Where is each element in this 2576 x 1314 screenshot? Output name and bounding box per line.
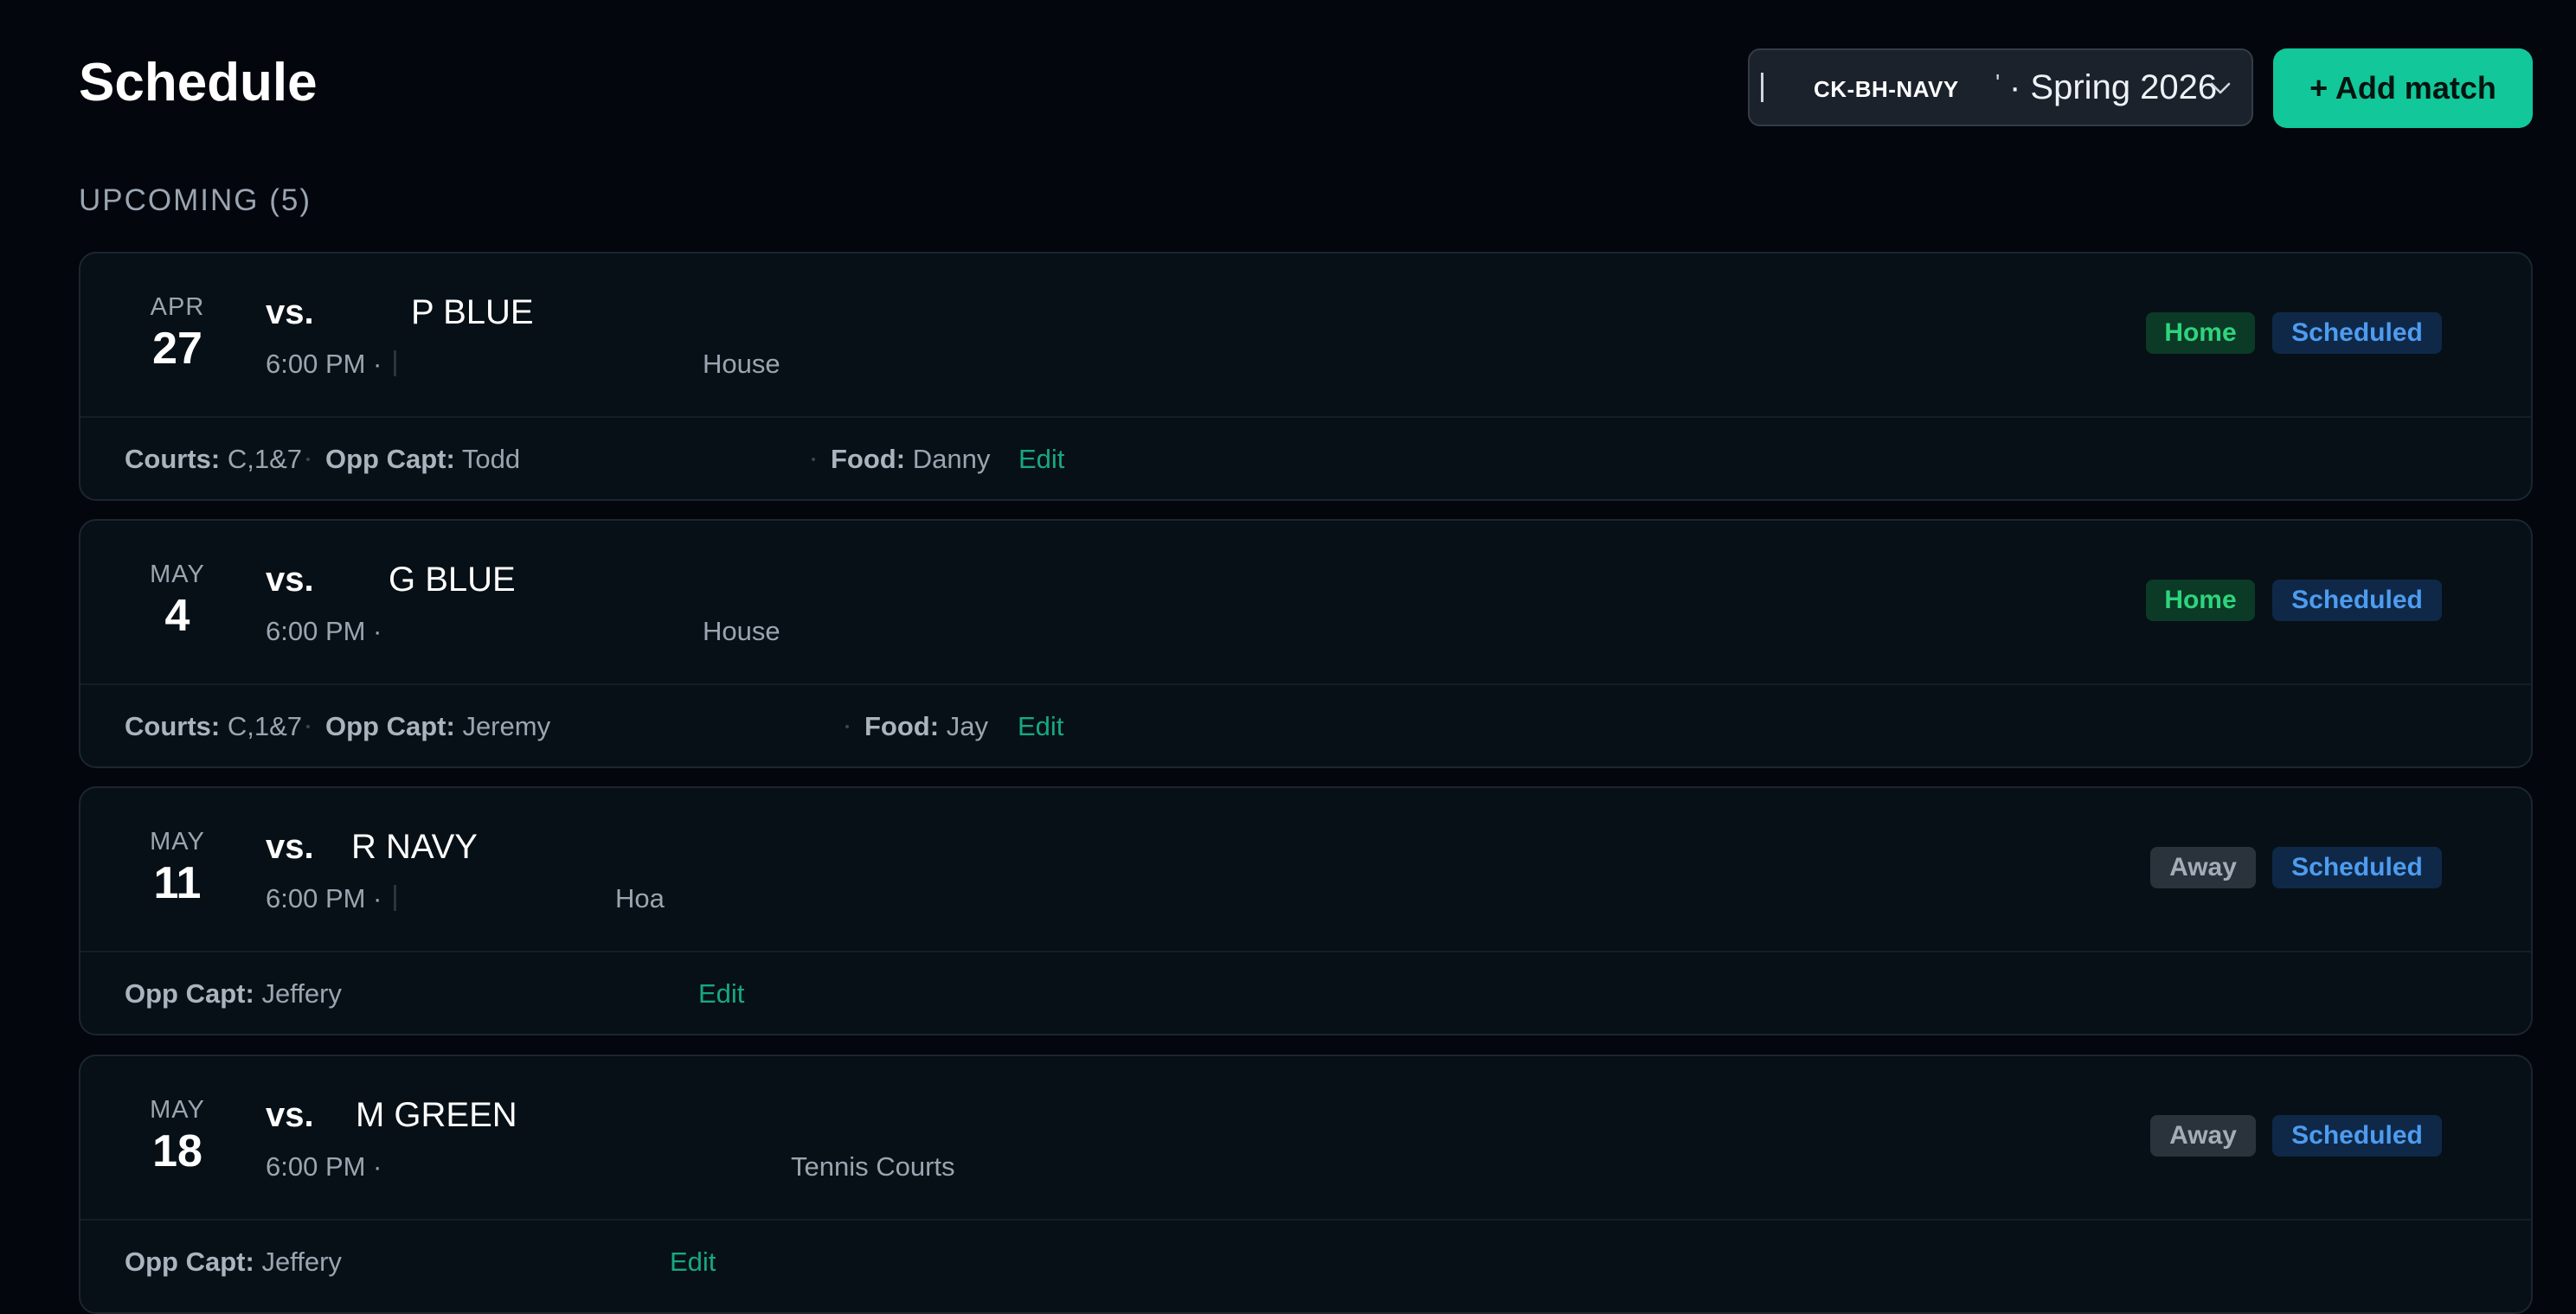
food-field: Food: Jay: [864, 711, 988, 742]
match-month: MAY: [150, 561, 205, 588]
separator-dot: [812, 458, 815, 461]
match-time: 6:00 PM ·: [266, 1151, 382, 1182]
courts-value: C,1&7: [227, 711, 303, 741]
separator-dot: [845, 725, 849, 728]
chevron-down-icon: [2210, 82, 2231, 94]
opp-capt-field: Opp Capt: Jeffery: [125, 1247, 342, 1278]
arrow-right-icon[interactable]: [2532, 319, 2533, 349]
match-venue: Tennis Courts: [791, 1151, 955, 1182]
food-field: Food: Danny: [831, 444, 990, 475]
courts-label: Courts:: [125, 444, 221, 474]
food-value: Danny: [912, 444, 991, 474]
arrow-right-icon[interactable]: [2532, 586, 2533, 616]
match-venue: Hoa: [615, 883, 665, 913]
text-cursor: [1761, 73, 1763, 102]
match-card[interactable]: MAY 11 vs. R NAVY 6:00 PM · Hoa Away Sch…: [79, 786, 2533, 1035]
match-month: MAY: [150, 828, 205, 856]
opp-capt-value: Jeffery: [261, 978, 342, 1009]
team-season-select[interactable]: CK-BH-NAVY ' · Spring 2026: [1748, 48, 2253, 126]
redaction-edge: [394, 885, 396, 911]
courts-label: Courts:: [125, 711, 221, 741]
food-label: Food:: [864, 711, 940, 741]
opponent-name: G BLUE: [389, 561, 516, 599]
status-badge: Scheduled: [2272, 580, 2442, 621]
opponent-name: R NAVY: [351, 828, 478, 866]
edit-link[interactable]: Edit: [670, 1247, 716, 1278]
status-badge: Scheduled: [2272, 312, 2442, 354]
opp-capt-value: Jeffery: [261, 1247, 342, 1277]
match-venue: House: [703, 349, 781, 379]
vs-label: vs.: [266, 561, 314, 599]
edit-link[interactable]: Edit: [1018, 444, 1064, 475]
arrow-right-icon[interactable]: [2532, 1122, 2533, 1151]
status-badge: Scheduled: [2272, 847, 2442, 888]
courts-field: Courts: C,1&7: [125, 711, 302, 742]
match-day: 27: [152, 324, 202, 374]
opp-capt-field: Opp Capt: Jeremy: [325, 711, 550, 742]
home-away-badge: Home: [2146, 312, 2255, 354]
vs-label: vs.: [266, 1096, 314, 1134]
separator-dot: [306, 458, 310, 461]
match-day: 4: [164, 591, 190, 641]
opp-capt-label: Opp Capt:: [325, 444, 455, 474]
separator-dot: [306, 725, 310, 728]
match-time: 6:00 PM ·: [266, 883, 382, 913]
match-card[interactable]: MAY 4 vs. G BLUE 6:00 PM · House Home Sc…: [79, 519, 2533, 768]
arrow-right-icon[interactable]: [2532, 854, 2533, 883]
match-time: 6:00 PM ·: [266, 616, 382, 646]
vs-label: vs.: [266, 293, 314, 331]
page-title: Schedule: [79, 53, 318, 112]
opponent-name: P BLUE: [411, 293, 534, 331]
opp-capt-label: Opp Capt:: [125, 978, 254, 1009]
match-venue: House: [703, 616, 781, 646]
match-time: 6:00 PM ·: [266, 349, 382, 379]
match-card[interactable]: APR 27 vs. P BLUE 6:00 PM · House Home S…: [79, 252, 2533, 501]
opp-capt-value: Todd: [461, 444, 521, 474]
courts-field: Courts: C,1&7: [125, 444, 302, 475]
opponent-name: M GREEN: [356, 1096, 517, 1134]
home-away-badge: Away: [2150, 847, 2256, 888]
edit-link[interactable]: Edit: [698, 978, 744, 1010]
courts-value: C,1&7: [227, 444, 303, 474]
home-away-badge: Away: [2150, 1115, 2256, 1157]
vs-label: vs.: [266, 828, 314, 866]
opp-capt-field: Opp Capt: Jeffery: [125, 978, 342, 1010]
match-month: APR: [150, 293, 205, 321]
opp-capt-label: Opp Capt:: [125, 1247, 254, 1277]
food-value: Jay: [946, 711, 988, 741]
team-code-tick: ': [1995, 69, 2001, 96]
match-card[interactable]: MAY 18 vs. M GREEN 6:00 PM · Tennis Cour…: [79, 1054, 2533, 1314]
food-label: Food:: [831, 444, 906, 474]
opp-capt-value: Jeremy: [462, 711, 551, 741]
redaction-edge: [394, 350, 396, 376]
match-day: 11: [153, 858, 202, 908]
edit-link[interactable]: Edit: [1018, 711, 1063, 742]
match-day: 18: [152, 1126, 202, 1176]
opp-capt-label: Opp Capt:: [325, 711, 455, 741]
season-label: · Spring 2026: [2009, 68, 2218, 106]
opp-capt-field: Opp Capt: Todd: [325, 444, 520, 475]
upcoming-section-label: UPCOMING (5): [79, 183, 312, 217]
match-month: MAY: [150, 1096, 205, 1124]
status-badge: Scheduled: [2272, 1115, 2442, 1157]
add-match-button[interactable]: + Add match: [2273, 48, 2533, 128]
team-code: CK-BH-NAVY: [1814, 76, 1959, 102]
home-away-badge: Home: [2146, 580, 2255, 621]
